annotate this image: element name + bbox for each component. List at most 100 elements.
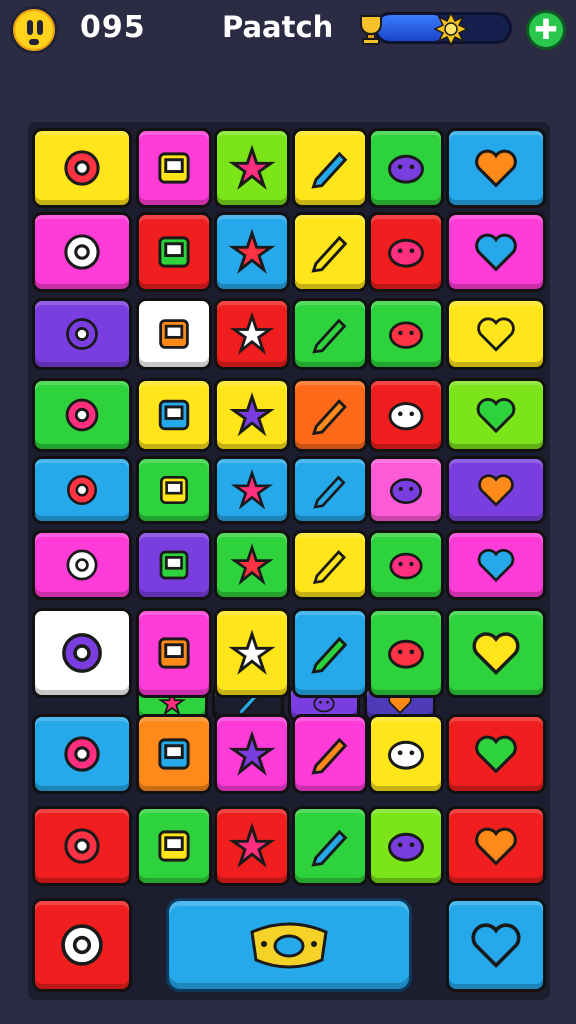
game-title: Paatch	[222, 10, 334, 44]
phone-icon	[388, 238, 424, 268]
germ-icon	[229, 311, 275, 355]
tile-cheese[interactable]	[292, 608, 368, 698]
tile-donut[interactable]	[136, 806, 212, 886]
star-icon	[66, 474, 98, 506]
leaf-icon	[312, 550, 346, 585]
calendar-icon	[158, 152, 190, 184]
hand-icon	[66, 549, 98, 581]
pencil-icon	[312, 318, 347, 354]
gear-icon	[471, 923, 521, 968]
star-outline-icon	[388, 402, 424, 431]
cloud-icon	[64, 234, 100, 270]
tile-virus[interactable]	[292, 128, 368, 208]
tablet-icon	[389, 552, 423, 580]
tile-chat-bubble[interactable]	[136, 378, 212, 452]
tile-boat[interactable]	[292, 378, 368, 452]
tile-plane[interactable]	[446, 456, 546, 524]
tile-gear[interactable]	[32, 806, 132, 886]
tile-cow[interactable]	[32, 378, 132, 452]
tile-cookie[interactable]	[32, 608, 132, 698]
gear-icon	[158, 236, 190, 268]
tile-wrench[interactable]	[446, 714, 546, 794]
virus-icon	[311, 151, 348, 189]
sparkle-icon	[388, 154, 424, 184]
puzzle-icon	[477, 548, 515, 583]
tile-pencil[interactable]	[136, 298, 212, 370]
planet-icon	[388, 832, 424, 862]
sad-face-icon[interactable]	[10, 6, 58, 54]
heart-icon	[472, 632, 520, 675]
tile-metronome[interactable]	[214, 530, 290, 600]
sun-icon	[475, 149, 517, 188]
tile-pie-chart[interactable]	[32, 898, 132, 992]
gold-ring-icon	[250, 922, 328, 969]
tile-tree[interactable]	[214, 128, 290, 208]
tile-pencil[interactable]	[214, 806, 290, 886]
tile-germ[interactable]	[214, 298, 290, 370]
drumstick-icon	[313, 475, 346, 509]
tile-camera[interactable]	[136, 530, 212, 600]
tile-tablet[interactable]	[368, 530, 444, 600]
tile-gear[interactable]	[446, 898, 546, 992]
tile-dice[interactable]	[292, 714, 368, 794]
tile-flag[interactable]	[32, 298, 132, 370]
tile-phone[interactable]	[368, 212, 444, 292]
tile-pill[interactable]	[214, 456, 290, 524]
radio-icon	[388, 740, 424, 770]
sun-icon	[64, 736, 100, 772]
tile-sun[interactable]	[32, 714, 132, 794]
tile-leaf[interactable]	[292, 530, 368, 600]
bag-icon	[229, 392, 275, 437]
refresh-icon	[160, 476, 188, 504]
pencil-icon	[228, 822, 276, 868]
palm-tree-icon	[228, 228, 276, 274]
chat-bubble-icon	[158, 399, 190, 431]
tile-star-outline[interactable]	[368, 378, 444, 452]
tile-sparkle[interactable]	[368, 128, 444, 208]
tile-star[interactable]	[32, 456, 132, 524]
tile-cloud[interactable]	[32, 212, 132, 292]
tile-sunburst[interactable]	[292, 806, 368, 886]
tile-drum[interactable]	[214, 714, 290, 794]
tile-bag[interactable]	[214, 378, 290, 452]
egg-icon	[476, 398, 516, 434]
tile-refresh[interactable]	[136, 456, 212, 524]
tile-starfish[interactable]	[368, 456, 444, 524]
tile-hand[interactable]	[32, 530, 132, 600]
tile-calculator[interactable]	[368, 298, 444, 370]
tile-gear[interactable]	[136, 212, 212, 292]
robot-bug-icon	[64, 150, 100, 186]
phone-icon	[158, 637, 190, 669]
tile-lollipop[interactable]	[368, 608, 444, 698]
tablet-icon	[158, 738, 190, 770]
tile-drumstick[interactable]	[292, 456, 368, 524]
pencil-icon	[477, 317, 515, 352]
tile-tablet[interactable]	[136, 714, 212, 794]
sunburst-icon	[311, 829, 348, 867]
tile-broom[interactable]	[214, 608, 290, 698]
metronome-icon	[230, 543, 274, 586]
tile-phone[interactable]	[136, 608, 212, 698]
action-button[interactable]	[166, 898, 412, 992]
tile-egg[interactable]	[446, 378, 546, 452]
tile-pencil[interactable]	[292, 298, 368, 370]
tile-calendar[interactable]	[136, 128, 212, 208]
trophy-icon	[360, 15, 382, 45]
tile-pencil[interactable]	[446, 298, 546, 370]
tile-radio[interactable]	[368, 714, 444, 794]
tile-rocket[interactable]	[446, 806, 546, 886]
tile-palm-tree[interactable]	[214, 212, 290, 292]
tree-icon	[228, 144, 276, 190]
tile-moon-face[interactable]	[292, 212, 368, 292]
tile-sun[interactable]	[446, 128, 546, 208]
camera-icon	[159, 550, 189, 580]
boat-icon	[311, 399, 347, 436]
cheese-icon	[311, 636, 348, 674]
tile-puzzle[interactable]	[446, 530, 546, 600]
tile-planet[interactable]	[368, 806, 444, 886]
chat-bubble-icon	[475, 233, 517, 272]
tile-robot-bug[interactable]	[32, 128, 132, 208]
tile-heart[interactable]	[446, 608, 546, 698]
add-button[interactable]: ✚	[526, 10, 566, 50]
tile-chat-bubble[interactable]	[446, 212, 546, 292]
